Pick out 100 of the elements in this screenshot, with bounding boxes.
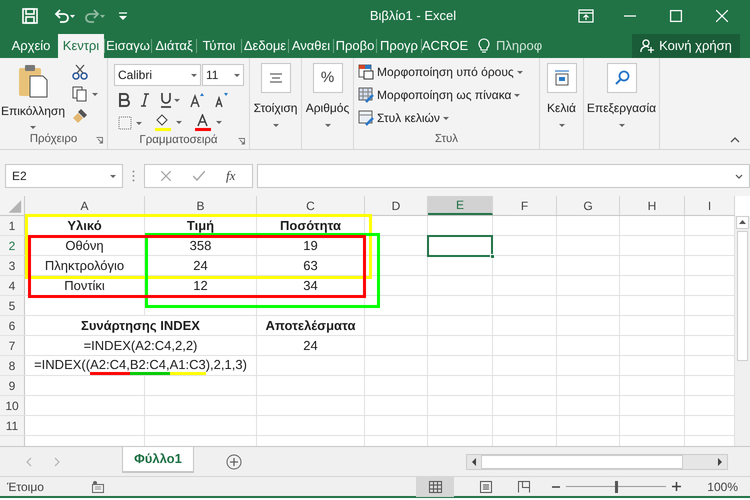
redo-icon[interactable]	[84, 9, 106, 23]
caret-icon	[324, 124, 330, 127]
font-name-field[interactable]: Calibri	[114, 64, 201, 86]
styles-menu-button[interactable]: Μορφοποίηση υπό όρους	[358, 62, 523, 82]
table-cell: Πληκτρολόγιο	[25, 256, 145, 275]
row-header[interactable]: 2	[0, 236, 25, 255]
font-size-field[interactable]: 11	[202, 64, 244, 86]
decrease-font-icon[interactable]	[214, 92, 228, 108]
caret-icon	[442, 116, 449, 120]
column-header[interactable]: I	[685, 196, 735, 215]
table-cell: Ποσότητα	[257, 216, 365, 235]
conditional-format-icon	[358, 64, 374, 80]
collapse-ribbon-icon[interactable]	[730, 137, 740, 143]
ribbon-tab[interactable]: Αρχείο	[4, 34, 58, 58]
borders-icon[interactable]	[118, 116, 142, 130]
styles-menu-button[interactable]: Στυλ κελιών	[358, 108, 523, 128]
caret-icon	[516, 70, 523, 74]
number-format-button[interactable]: % Αριθμός	[302, 58, 353, 131]
table-cell: 19	[257, 236, 365, 255]
expand-icon[interactable]	[734, 174, 743, 178]
row-header[interactable]: 11	[0, 416, 25, 435]
styles-menu-button[interactable]: Μορφοποίηση ως πίνακα	[358, 85, 523, 105]
macro-record-icon[interactable]	[92, 480, 104, 492]
editing-button[interactable]: Επεξεργασία	[584, 58, 659, 131]
status-text: Έτοιμο	[7, 478, 44, 496]
row-header[interactable]: 7	[0, 336, 25, 355]
ribbon-tab[interactable]: Προβο	[334, 34, 376, 58]
row-header[interactable]: 6	[0, 316, 25, 335]
grip-icon	[132, 170, 135, 182]
search-icon	[614, 70, 630, 86]
column-header[interactable]: G	[557, 196, 620, 215]
formula-input[interactable]	[257, 164, 750, 188]
ribbon-tab[interactable]: Διάταξ	[152, 34, 196, 58]
undo-icon[interactable]	[54, 9, 76, 23]
scissors-icon[interactable]	[72, 64, 88, 80]
vertical-scrollbar[interactable]	[735, 216, 750, 446]
page-break-icon[interactable]	[518, 480, 530, 492]
name-box[interactable]: E2	[5, 164, 123, 188]
zoom-slider-thumb[interactable]	[614, 480, 618, 492]
grid-icon	[428, 480, 442, 492]
dialog-launcher-icon[interactable]	[96, 137, 103, 144]
ribbon-tab[interactable]: Δεδομε	[242, 34, 288, 58]
column-header[interactable]: F	[493, 196, 557, 215]
italic-icon[interactable]	[140, 93, 150, 107]
cell-styles-icon	[358, 110, 374, 126]
brush-icon[interactable]	[72, 108, 88, 124]
caret-icon	[110, 174, 116, 178]
page-layout-icon[interactable]	[480, 480, 492, 492]
customize-icon[interactable]	[118, 11, 128, 21]
bold-icon[interactable]	[118, 93, 130, 107]
save-icon[interactable]	[22, 8, 38, 24]
table-format-icon	[358, 87, 374, 103]
row-header[interactable]: 4	[0, 276, 25, 295]
maximize-icon[interactable]	[670, 10, 682, 22]
zoom-in-icon[interactable]	[672, 482, 682, 491]
table-cell: Αποτελέσματα	[257, 316, 365, 335]
ribbon-display-icon[interactable]	[578, 9, 594, 23]
ribbon-tab[interactable]: Κεντρι	[58, 34, 104, 58]
alignment-button[interactable]: Στοίχιση	[250, 58, 301, 131]
column-header[interactable]: H	[620, 196, 685, 215]
table-cell: Ποντίκι	[25, 276, 145, 295]
dialog-launcher-icon[interactable]	[238, 138, 245, 145]
row-header[interactable]: 8	[0, 356, 25, 375]
caret-icon	[558, 124, 564, 127]
caret-icon	[272, 124, 278, 127]
close-icon[interactable]	[716, 10, 728, 22]
ribbon-tab[interactable]: Προγρ	[377, 34, 421, 58]
tell-me-field[interactable]: Πληροφ	[478, 34, 542, 58]
add-sheet-icon[interactable]	[226, 454, 242, 470]
selected-cell[interactable]	[427, 235, 493, 257]
row-header[interactable]: 5	[0, 296, 25, 315]
ribbon-tab[interactable]: Τύποι	[197, 34, 241, 58]
ribbon-tab[interactable]: Εισαγω	[105, 34, 151, 58]
insert-function-button[interactable]: fx	[226, 166, 236, 186]
fill-color-icon[interactable]	[154, 114, 182, 132]
cells-button[interactable]: Κελιά	[540, 58, 583, 131]
row-header[interactable]: 1	[0, 216, 25, 235]
column-header[interactable]: A	[25, 196, 145, 215]
group-label: Γραμματοσειρά	[139, 133, 218, 148]
font-color-icon[interactable]	[194, 114, 222, 132]
table-cell: Υλικό	[25, 216, 145, 235]
row-header[interactable]: 3	[0, 256, 25, 275]
paste-button[interactable]: Επικόλληση	[0, 58, 66, 131]
share-button[interactable]: Κοινή χρήση	[632, 34, 740, 58]
copy-icon[interactable]	[72, 86, 98, 102]
ribbon-tab[interactable]: Αναθει	[289, 34, 333, 58]
ribbon-tab[interactable]: ACROE	[422, 34, 468, 58]
horizontal-scrollbar[interactable]	[466, 454, 728, 470]
underline-icon[interactable]	[160, 92, 180, 108]
column-header[interactable]: C	[257, 196, 365, 215]
column-header[interactable]: E	[428, 196, 493, 215]
increase-font-icon[interactable]	[190, 92, 204, 108]
zoom-level[interactable]: 100%	[707, 478, 738, 496]
sheet-tab[interactable]: Φύλλο1	[122, 447, 194, 473]
table-cell: =INDEX(A2:C4,2,2)	[25, 336, 257, 355]
row-header[interactable]: 10	[0, 396, 25, 415]
row-header[interactable]: 9	[0, 376, 25, 395]
column-header[interactable]: B	[145, 196, 257, 215]
normal-view-button[interactable]	[416, 476, 454, 496]
fill-handle[interactable]	[490, 254, 495, 259]
